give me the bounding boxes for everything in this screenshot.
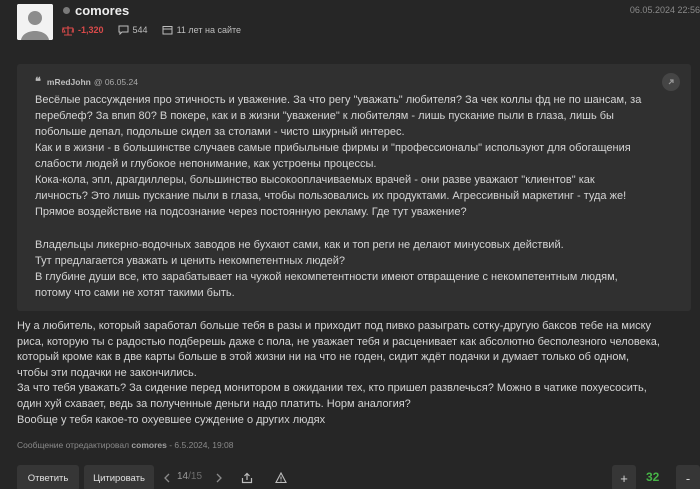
quote-date: @ 06.05.24 [93,76,138,87]
edited-notice: Сообщение отредактировал comores - 6.5.2… [17,440,234,450]
quote-line: Кока-кола, эпл, драгдиллеры, большинство… [35,174,595,186]
downvote-button[interactable]: - [676,465,700,489]
chevron-left-icon [164,473,170,483]
share-button[interactable] [236,465,258,489]
reply-button[interactable]: Ответить [17,465,79,489]
quote-line: побольше депал, подольше сидел за столам… [35,126,405,138]
jump-to-quote-button[interactable] [662,73,680,91]
report-button[interactable] [270,465,292,489]
quote-line: В глубине души все, кто зарабатывает на … [35,271,618,283]
next-page-button[interactable] [208,465,230,489]
membership-stat: 11 лет на сайте [162,25,241,35]
post-date: 06.05.2024 22:56 [629,5,700,15]
quote-line: Владельцы ликерно-водочных заводов не бу… [35,239,564,251]
quote-block: ❝ mRedJohn @ 06.05.24 Весёлые рассуждени… [17,64,691,311]
quote-line: слабости людей и глубокое непонимание, к… [35,158,377,170]
quote-mark-icon: ❝ [35,75,41,88]
avatar[interactable] [17,4,53,40]
quote-line: потому что сами не хотят такими быть. [35,287,235,299]
upvote-button[interactable]: + [612,465,636,489]
reply-text: Ну а любитель, который заработал больше … [17,319,692,428]
quote-line: Весёлые рассуждения про этичность и уваж… [35,94,642,106]
previous-page-button[interactable] [156,465,178,489]
edited-by[interactable]: comores [131,440,166,450]
reply-line: который кроме как в две карты больше в э… [17,351,630,364]
username[interactable]: comores [75,3,129,18]
quote-line: Прямое воздействие на подсознание через … [35,206,467,218]
quote-text: Весёлые рассуждения про этичность и уваж… [35,92,681,301]
messages-stat: 544 [118,25,148,35]
reply-line: Ну а любитель, который заработал больше … [17,320,652,332]
chat-bubble-icon [118,25,129,35]
reply-line: За что тебя уважать? За сидение перед мо… [17,382,647,395]
reply-line: чтобы эти подачки не закончились. [17,366,197,379]
quote-line: личность? Это лишь пускание пыли в глаза… [35,190,627,202]
post-score: 32 [646,470,660,484]
post-actions: Ответить Цитировать 14/15 + 32 - [0,462,700,489]
quote-line: Как и в жизни - в большинстве случаев са… [35,142,631,154]
chevron-right-icon [216,473,222,483]
membership-duration: 11 лет на сайте [176,25,242,35]
reputation-stat: -1,320 [62,25,104,36]
quote-button[interactable]: Цитировать [84,465,154,489]
default-avatar-icon [17,4,53,40]
quote-author[interactable]: mRedJohn [47,77,91,87]
pager-total: /15 [188,471,203,482]
warning-icon [275,472,287,484]
calendar-icon [162,26,173,35]
online-status-dot [63,7,70,14]
share-icon [241,472,253,484]
quote-line: Тут предлагается уважать и ценить некомп… [35,255,346,267]
reply-line: риса, которую ты с радостью подберешь да… [17,335,660,348]
arrow-up-right-icon [668,79,674,85]
edited-prefix: Сообщение отредактировал [17,440,130,450]
pager-current: 14 [177,471,189,482]
post-pager: 14/15 [177,471,202,482]
reputation-value: -1,320 [78,25,104,35]
quote-header: ❝ mRedJohn @ 06.05.24 [35,75,138,88]
post-header: comores 06.05.2024 22:56 -1,320 544 11 л… [0,0,700,44]
messages-count: 544 [132,25,148,35]
edited-date: - 6.5.2024, 19:08 [169,440,234,450]
reply-line: один хуй схавает, ведь за полученные ден… [17,397,411,410]
quote-line: переблеф? За впип 80? В покере, как и в … [35,110,614,122]
reply-line: Вообще у тебя какое-то охуевшее суждение… [17,413,326,426]
user-stats: -1,320 544 11 лет на сайте [62,23,255,37]
scales-icon [62,25,74,36]
